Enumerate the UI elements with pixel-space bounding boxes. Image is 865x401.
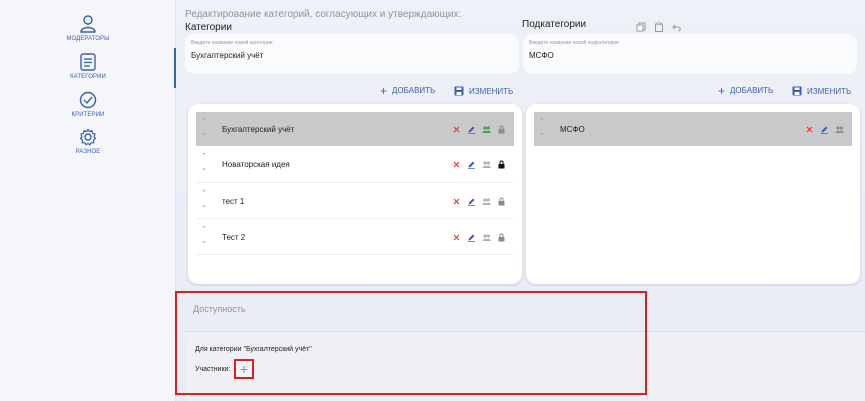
- reorder-arrows[interactable]: ⌃ ⌄: [200, 224, 208, 250]
- sidebar-item-label: МОДЕРАТОРЫ: [66, 36, 110, 42]
- add-subcategory-button[interactable]: + ДОБАВИТЬ: [718, 83, 774, 98]
- category-input-placeholder: Введите название новой категории: [191, 40, 273, 46]
- check-circle-icon: [79, 91, 97, 109]
- edit-icon[interactable]: [467, 160, 476, 169]
- delete-icon[interactable]: [452, 233, 461, 242]
- highlight-frame: [175, 291, 647, 395]
- reorder-arrows[interactable]: ⌃ ⌄: [200, 151, 208, 177]
- sidebar-item-criteria[interactable]: КРИТЕРИИ: [60, 91, 116, 118]
- row-divider: [196, 182, 514, 183]
- sidebar-item-label: РАЗНОЕ: [75, 149, 101, 155]
- category-name: Тест 2: [222, 232, 246, 242]
- subcategory-name: МСФО: [560, 124, 585, 134]
- add-subcategory-label: ДОБАВИТЬ: [730, 86, 774, 95]
- delete-icon[interactable]: [452, 125, 461, 134]
- category-row[interactable]: ⌃ ⌄ Тест 2: [196, 220, 514, 254]
- plus-icon: +: [718, 83, 726, 98]
- subcategory-input-value: МСФО: [529, 51, 554, 60]
- lock-icon[interactable]: [497, 160, 506, 169]
- lock-icon[interactable]: [497, 233, 506, 242]
- add-category-label: ДОБАВИТЬ: [392, 86, 436, 95]
- row-divider: [196, 218, 514, 219]
- category-row[interactable]: ⌃ ⌄ тест 1: [196, 184, 514, 218]
- categories-title: Категории: [185, 22, 232, 33]
- category-name: Новаторская идея: [222, 159, 290, 169]
- users-icon[interactable]: [835, 125, 844, 134]
- sidebar-item-misc[interactable]: РАЗНОЕ: [60, 128, 116, 155]
- edit-category-label: ИЗМЕНИТЬ: [469, 86, 514, 96]
- sidebar-item-moderators[interactable]: МОДЕРАТОРЫ: [60, 15, 116, 42]
- user-icon: [80, 15, 96, 33]
- page-heading: Редактирование категорий, согласующих и …: [185, 9, 462, 20]
- list-icon: [80, 53, 96, 71]
- sidebar-item-categories[interactable]: КАТЕГОРИИ: [60, 53, 116, 80]
- paste-icon[interactable]: [654, 22, 664, 32]
- subcategory-row[interactable]: ⌃ ⌄ МСФО: [534, 112, 852, 146]
- edit-subcategory-label: ИЗМЕНИТЬ: [807, 86, 852, 96]
- users-icon[interactable]: [482, 197, 491, 206]
- users-icon[interactable]: [482, 160, 491, 169]
- reorder-arrows[interactable]: ⌃ ⌄: [200, 188, 208, 214]
- delete-icon[interactable]: [805, 125, 814, 134]
- reorder-arrows[interactable]: ⌃ ⌄: [538, 116, 546, 142]
- reorder-arrows[interactable]: ⌃ ⌄: [200, 116, 208, 142]
- delete-icon[interactable]: [452, 197, 461, 206]
- subcategory-name-field[interactable]: Введите название новой подкатегории МСФО: [523, 34, 857, 74]
- category-input-value: Бухгалтерский учёт: [191, 51, 264, 60]
- delete-icon[interactable]: [452, 160, 461, 169]
- category-row[interactable]: ⌃ ⌄ Новаторская идея: [196, 147, 514, 181]
- copy-icon[interactable]: [636, 22, 646, 32]
- category-name: Бухгалтерский учёт: [222, 124, 295, 134]
- edit-subcategory-button[interactable]: ИЗМЕНИТЬ: [792, 86, 851, 96]
- subcategories-list-panel: ⌃ ⌄ МСФО: [526, 104, 860, 284]
- sidebar-item-label: КРИТЕРИИ: [71, 112, 105, 118]
- subcategories-title: Подкатегории: [522, 19, 587, 30]
- save-icon: [792, 86, 802, 96]
- users-icon[interactable]: [482, 125, 491, 134]
- plus-icon: +: [380, 83, 388, 98]
- users-icon[interactable]: [482, 233, 491, 242]
- save-icon: [454, 86, 464, 96]
- subcategory-input-placeholder: Введите название новой подкатегории: [529, 40, 619, 46]
- active-indicator: [174, 48, 176, 88]
- undo-icon[interactable]: [672, 22, 682, 32]
- category-name: тест 1: [222, 196, 245, 206]
- category-row[interactable]: ⌃ ⌄ Бухгалтерский учёт: [196, 112, 514, 146]
- edit-icon[interactable]: [467, 125, 476, 134]
- category-name-field[interactable]: Введите название новой категории Бухгалт…: [185, 34, 519, 74]
- edit-icon[interactable]: [467, 233, 476, 242]
- sidebar-item-label: КАТЕГОРИИ: [70, 74, 106, 80]
- lock-icon[interactable]: [497, 125, 506, 134]
- add-category-button[interactable]: + ДОБАВИТЬ: [380, 83, 436, 98]
- row-divider: [196, 254, 514, 255]
- categories-list-panel: ⌃ ⌄ Бухгалтерский учёт ⌃ ⌄ Новаторская иде…: [188, 104, 522, 284]
- gear-icon: [79, 128, 97, 146]
- edit-icon[interactable]: [467, 197, 476, 206]
- edit-icon[interactable]: [820, 125, 829, 134]
- lock-icon[interactable]: [497, 197, 506, 206]
- sidebar: МОДЕРАТОРЫ КАТЕГОРИИ КРИТЕРИИ РАЗНОЕ: [0, 0, 176, 401]
- edit-category-button[interactable]: ИЗМЕНИТЬ: [454, 86, 513, 96]
